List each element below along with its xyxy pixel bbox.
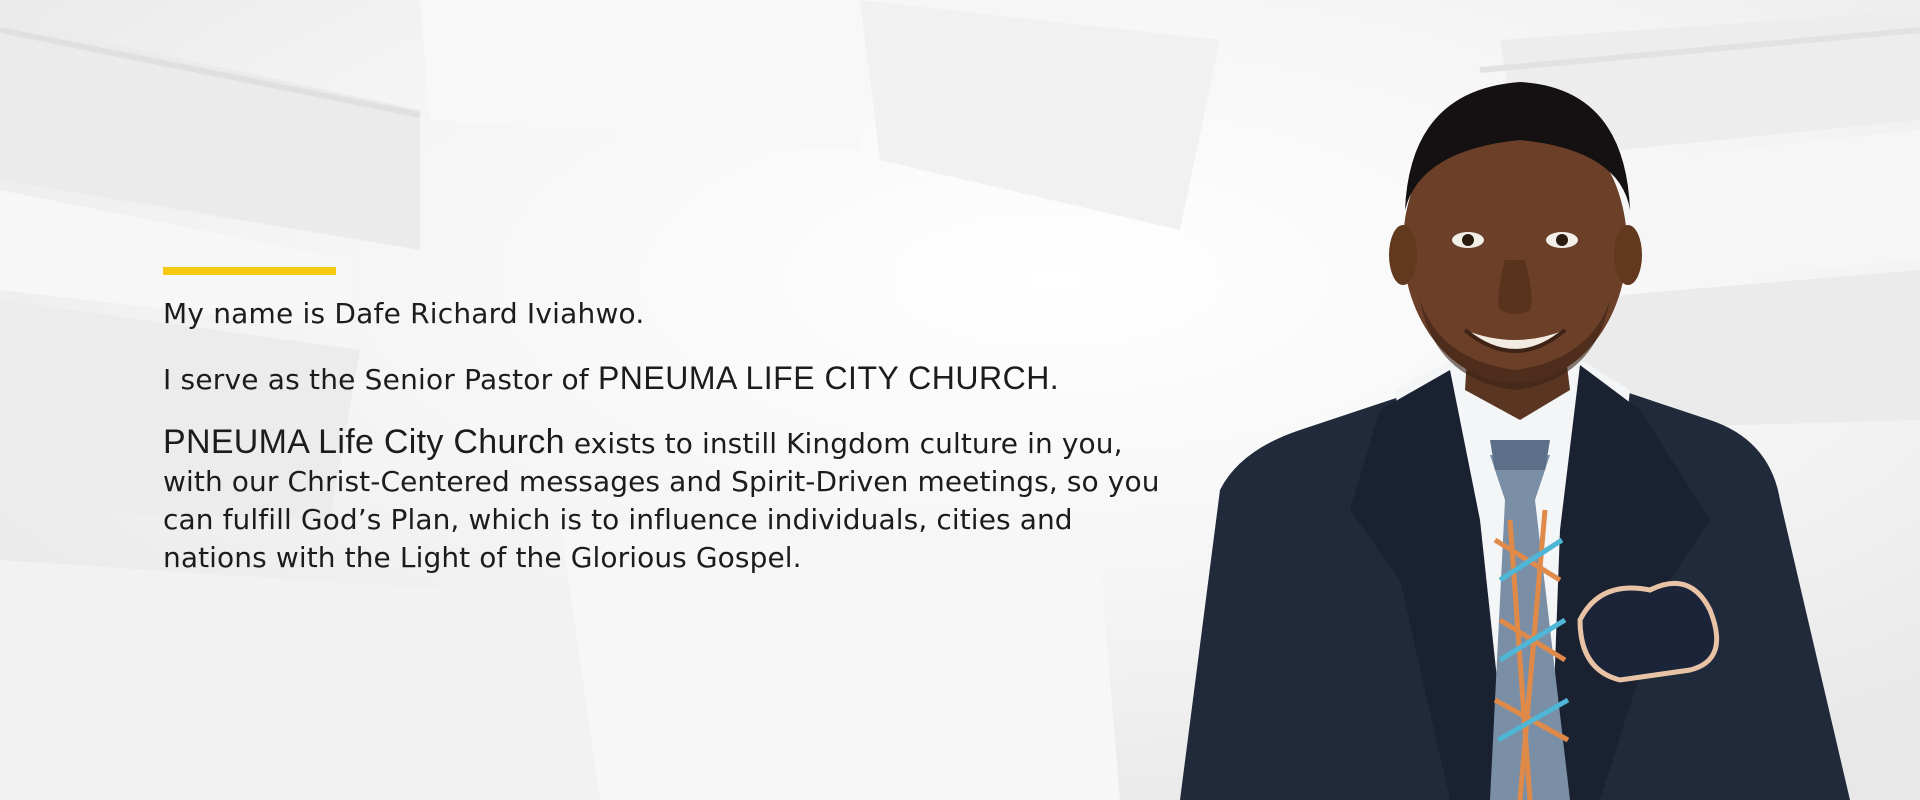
mission-paragraph: PNEUMA Life City Church exists to instil…	[163, 423, 1183, 577]
role-prefix: I serve as the Senior Pastor of	[163, 362, 598, 396]
role-church-name: PNEUMA LIFE CITY CHURCH.	[597, 359, 1060, 396]
pastor-portrait-photo	[1180, 82, 1850, 800]
bio-text-block: My name is Dafe Richard Iviahwo. I serve…	[163, 267, 1183, 577]
intro-paragraph: My name is Dafe Richard Iviahwo.	[163, 297, 645, 330]
about-hero-section: My name is Dafe Richard Iviahwo. I serve…	[0, 0, 1920, 800]
accent-bar	[163, 267, 336, 275]
role-paragraph: I serve as the Senior Pastor of PNEUMA L…	[163, 359, 1183, 397]
mission-church-name: PNEUMA Life City Church	[163, 422, 565, 461]
